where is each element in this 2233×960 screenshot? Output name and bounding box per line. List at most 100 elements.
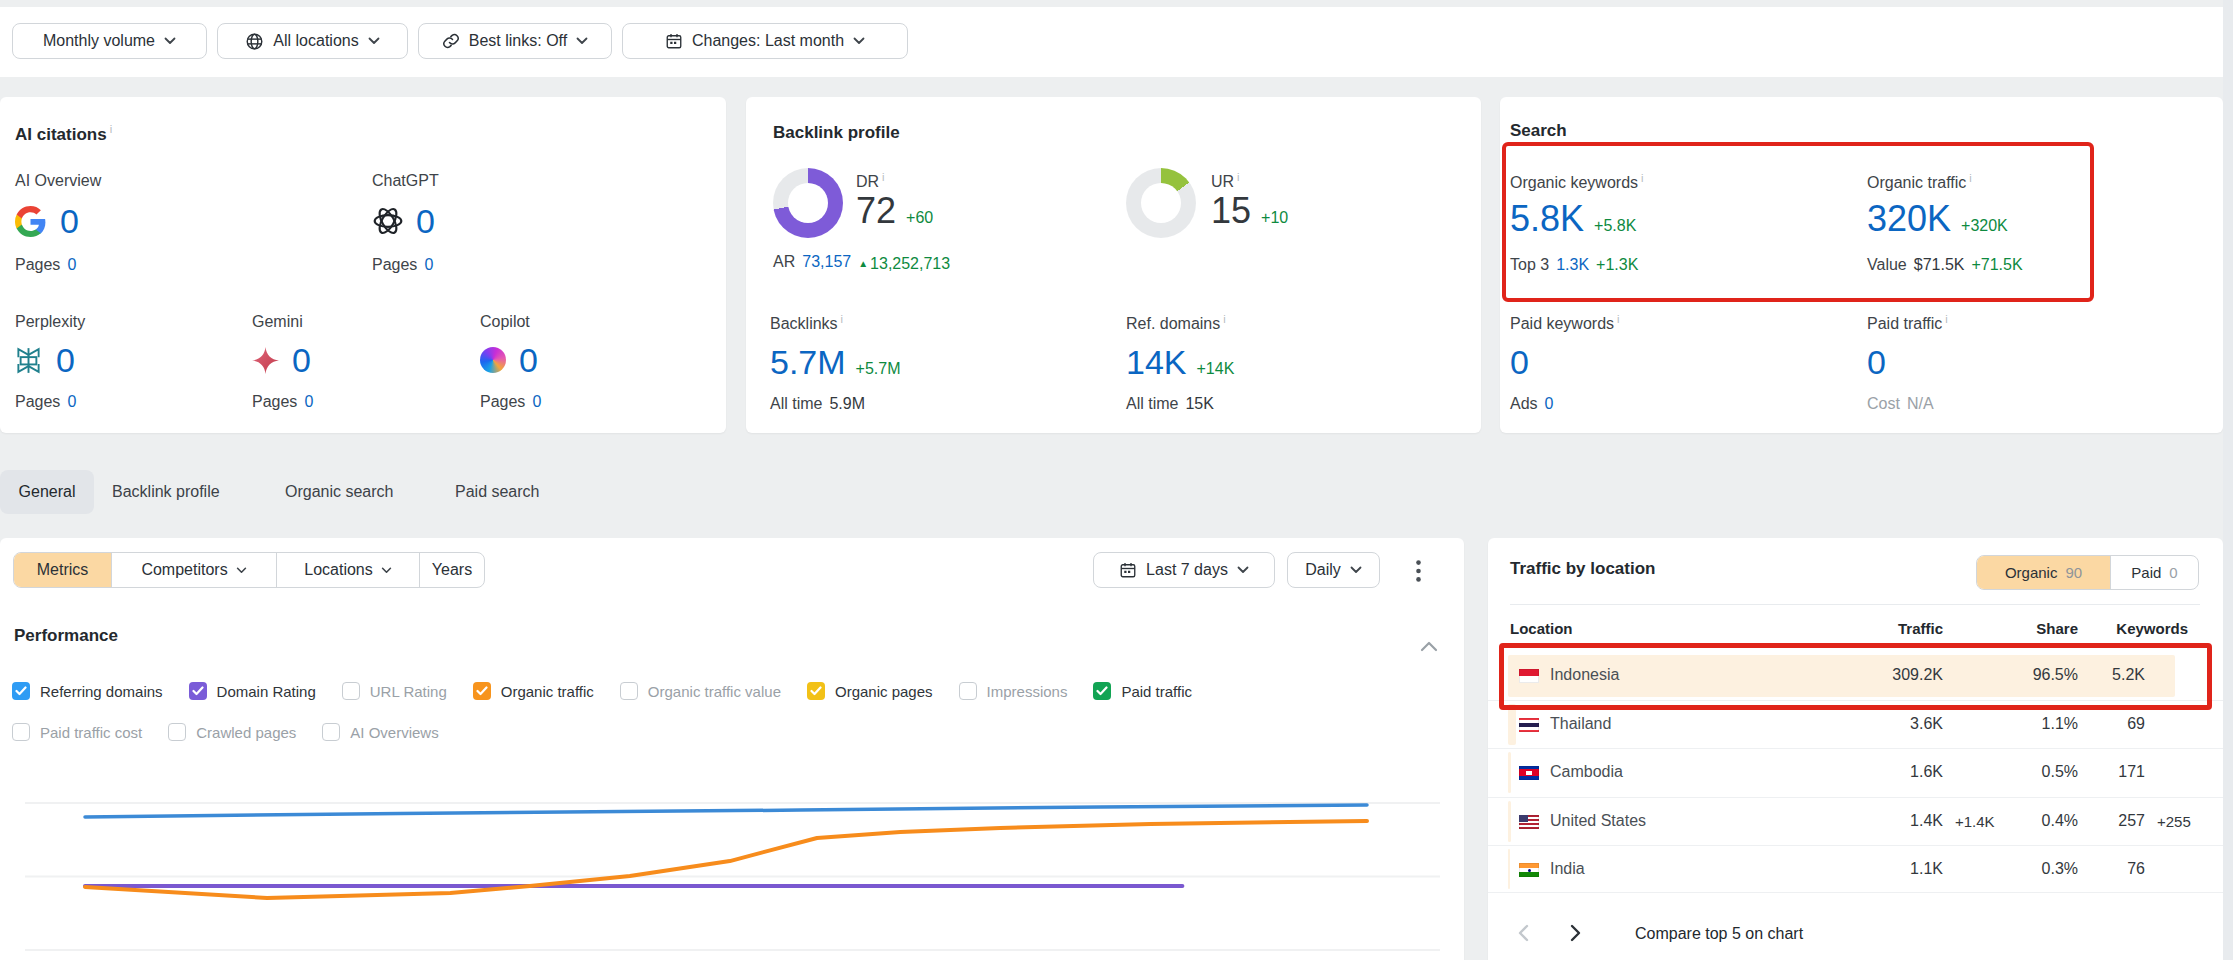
engine-value[interactable]: 0 <box>416 204 435 238</box>
top-toolbar: Monthly volume All locations Best links:… <box>0 7 2223 77</box>
gemini-block: Gemini 0 Pages0 <box>252 313 313 411</box>
engine-label: ChatGPT <box>372 172 439 190</box>
pages-value[interactable]: 0 <box>532 393 541 411</box>
engine-label: Gemini <box>252 313 313 331</box>
info-icon[interactable]: i <box>110 123 112 135</box>
info-icon[interactable]: i <box>882 171 884 183</box>
column-header-location[interactable]: Location <box>1510 620 1573 637</box>
prev-page-button[interactable] <box>1518 924 1529 946</box>
pages-value[interactable]: 0 <box>67 256 76 274</box>
column-header-traffic[interactable]: Traffic <box>1818 620 1943 637</box>
ai-citations-panel: AI citationsi AI Overview 0 Pages0 ChatG… <box>0 97 726 433</box>
info-icon[interactable]: i <box>1945 313 1947 325</box>
thailand-flag-icon <box>1519 718 1539 732</box>
pages-label: Pages <box>15 393 60 411</box>
best-links-dropdown[interactable]: Best links: Off <box>418 23 612 59</box>
top3-value[interactable]: 1.3K <box>1556 256 1589 274</box>
ar-value[interactable]: 73,157 <box>802 253 851 271</box>
info-icon[interactable]: i <box>1223 313 1225 325</box>
engine-label: AI Overview <box>15 172 101 190</box>
organic-keywords-delta: +5.8K <box>1594 217 1636 235</box>
alltime-label: All time <box>770 395 822 413</box>
openai-icon <box>372 205 404 237</box>
backlink-profile-title: Backlink profile <box>773 123 900 143</box>
location-row-india[interactable]: India 1.1K 0.3% 76 <box>1488 845 2223 893</box>
next-page-button[interactable] <box>1570 924 1581 946</box>
perplexity-icon <box>15 347 42 374</box>
organic-paid-toggle: Organic90 Paid0 <box>1976 555 2199 590</box>
traffic-by-location-panel: Traffic by location Organic90 Paid0 Loca… <box>1488 538 2223 960</box>
country-name: United States <box>1550 812 1646 830</box>
traffic-value: 1.4K <box>1788 812 1943 830</box>
ads-label: Ads <box>1510 395 1538 413</box>
performance-panel: Metrics Competitors Locations Years Last… <box>0 538 1464 960</box>
keywords-link[interactable]: 171 <box>2045 763 2145 781</box>
alltime-value: 15K <box>1185 395 1213 413</box>
ai-citations-title: AI citationsi <box>15 123 112 145</box>
value-amount: $71.5K <box>1914 256 1965 274</box>
info-icon[interactable]: i <box>841 313 843 325</box>
backlinks-label: Backlinksi <box>770 313 843 333</box>
engine-value[interactable]: 0 <box>292 343 311 377</box>
ref-domains-label: Ref. domainsi <box>1126 313 1226 333</box>
ai-overview-block: AI Overview 0 Pages0 <box>15 172 101 274</box>
copilot-icon <box>480 347 506 373</box>
search-panel: Search Organic keywordsi 5.8K +5.8K Top … <box>1500 97 2223 433</box>
traffic-value: 3.6K <box>1788 715 1943 733</box>
location-row-cambodia[interactable]: Cambodia 1.6K 0.5% 171 <box>1488 748 2223 796</box>
tab-backlink-profile[interactable]: Backlink profile <box>112 470 220 514</box>
cambodia-flag-icon <box>1519 766 1539 780</box>
dr-delta: +60 <box>906 209 933 227</box>
keywords-link[interactable]: 76 <box>2045 860 2145 878</box>
column-header-share[interactable]: Share <box>1978 620 2078 637</box>
keywords-link[interactable]: 257 <box>2045 812 2145 830</box>
monthly-volume-dropdown[interactable]: Monthly volume <box>12 23 207 59</box>
traffic-value: 1.1K <box>1788 860 1943 878</box>
info-icon[interactable]: i <box>1237 171 1239 183</box>
pages-value[interactable]: 0 <box>424 256 433 274</box>
engine-value[interactable]: 0 <box>60 204 79 238</box>
backlinks-delta: +5.7M <box>856 360 901 378</box>
pages-value[interactable]: 0 <box>304 393 313 411</box>
organic-traffic-value[interactable]: 320K <box>1867 201 1951 237</box>
all-locations-dropdown[interactable]: All locations <box>217 23 408 59</box>
info-icon[interactable]: i <box>1969 172 1971 184</box>
tab-paid-search[interactable]: Paid search <box>455 470 540 514</box>
keywords-delta: +255 <box>2157 813 2191 830</box>
organic-keywords-value[interactable]: 5.8K <box>1510 201 1584 237</box>
toggle-paid[interactable]: Paid0 <box>2110 556 2198 589</box>
backlinks-value[interactable]: 5.7M <box>770 345 846 379</box>
info-icon[interactable]: i <box>1617 313 1619 325</box>
up-triangle-icon: ▲ <box>858 258 868 269</box>
engine-value[interactable]: 0 <box>519 343 538 377</box>
cost-value: N/A <box>1907 395 1934 413</box>
ur-donut-chart <box>1126 168 1196 238</box>
paid-traffic-label: Paid traffici <box>1867 313 1948 333</box>
compare-top5-link[interactable]: Compare top 5 on chart <box>1635 925 1803 943</box>
changes-dropdown[interactable]: Changes: Last month <box>622 23 908 59</box>
tab-organic-search[interactable]: Organic search <box>285 470 394 514</box>
ur-value: 15 <box>1211 193 1251 229</box>
toggle-organic[interactable]: Organic90 <box>1977 556 2110 589</box>
engine-value[interactable]: 0 <box>56 343 75 377</box>
highlight-box-indonesia <box>1499 643 2212 710</box>
performance-line-chart[interactable] <box>0 538 1464 960</box>
paid-traffic-value[interactable]: 0 <box>1867 343 1886 381</box>
ar-label: AR <box>773 253 795 271</box>
divider <box>1510 604 2200 605</box>
paid-keywords-label: Paid keywordsi <box>1510 313 1620 333</box>
tab-general[interactable]: General <box>0 470 94 514</box>
column-header-keywords[interactable]: Keywords <box>2078 620 2188 637</box>
pages-label: Pages <box>15 256 60 274</box>
info-icon[interactable]: i <box>1641 172 1643 184</box>
pages-value[interactable]: 0 <box>67 393 76 411</box>
ref-domains-value[interactable]: 14K <box>1126 345 1187 379</box>
keywords-link[interactable]: 69 <box>2045 715 2145 733</box>
location-row-united-states[interactable]: United States 1.4K +1.4K 0.4% 257 +255 <box>1488 797 2223 845</box>
dr-donut-chart <box>773 168 843 238</box>
cost-label: Cost <box>1867 395 1900 413</box>
scrollbar-track[interactable] <box>2223 0 2233 960</box>
ads-value[interactable]: 0 <box>1545 395 1554 413</box>
paid-keywords-value[interactable]: 0 <box>1510 343 1529 381</box>
value-label: Value <box>1867 256 1907 274</box>
